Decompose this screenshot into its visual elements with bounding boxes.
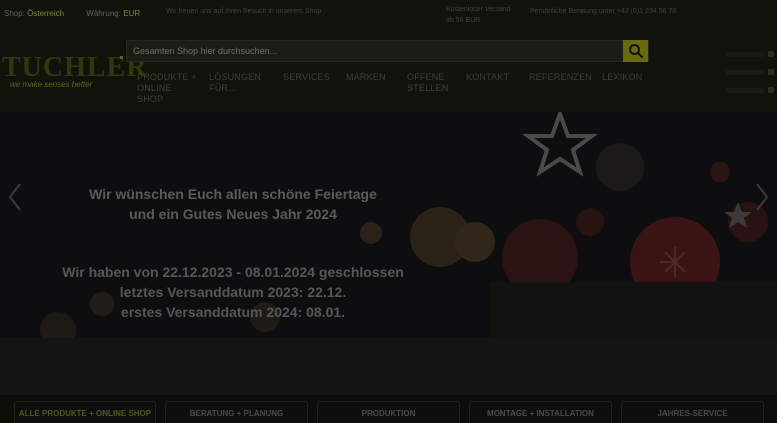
- top-message-center-1: Kostenloser Versand: [446, 6, 511, 13]
- top-message-left: Wir freuen uns auf Ihren Besuch in unser…: [166, 8, 322, 15]
- hero-closed-notice: Wir haben von 22.12.2023 - 08.01.2024 ge…: [0, 262, 466, 322]
- shop-label: Shop: [4, 9, 23, 18]
- currency-label: Währung: [86, 9, 119, 18]
- category-button-jahres-service[interactable]: JAHRES-SERVICE: [621, 401, 764, 423]
- search-input[interactable]: [127, 41, 623, 61]
- cart-icon: [768, 87, 774, 93]
- slider-next-arrow-icon[interactable]: [753, 180, 771, 214]
- hero-greeting: Wir wünschen Euch allen schöne Feiertage…: [0, 184, 466, 224]
- logo-mark: [120, 56, 123, 59]
- hero-slider: Wir wünschen Euch allen schöne Feiertage…: [0, 112, 777, 395]
- logo-slogan: we make senses better: [10, 80, 93, 89]
- nav-item-lexikon[interactable]: LEXIKON: [602, 72, 660, 83]
- user-icon: [768, 51, 774, 57]
- page: Shop: Österreich Währung: EUR Wir freuen…: [0, 0, 777, 423]
- hero-closed-line1: Wir haben von 22.12.2023 - 08.01.2024 ge…: [62, 264, 404, 280]
- heart-icon: [768, 69, 774, 75]
- cart-label: [726, 87, 764, 93]
- hero-greeting-line1: Wir wünschen Euch allen schöne Feiertage: [89, 186, 377, 202]
- login-label: [726, 51, 764, 57]
- search-icon: [628, 44, 643, 59]
- wishlist-link[interactable]: [714, 66, 774, 78]
- hero-greeting-line2: und ein Gutes Neues Jahr 2024: [129, 206, 337, 222]
- bokeh-light: [455, 222, 495, 262]
- nav-item-loesungen[interactable]: LÖSUNGEN FÜR...: [209, 72, 267, 94]
- hero-closed-line2: letztes Versanddatum 2023: 22.12.: [119, 284, 347, 300]
- logo-wordmark: TUCHLER: [2, 52, 148, 83]
- top-message-center: Kostenloser Versand ab 50 EUR: [446, 4, 526, 26]
- nav-item-services[interactable]: SERVICES: [283, 72, 341, 83]
- top-message-center-2: ab 50 EUR: [446, 17, 481, 24]
- login-link[interactable]: [714, 48, 774, 60]
- bokeh-light: [360, 222, 382, 244]
- shop-selector[interactable]: Shop: Österreich: [4, 9, 66, 18]
- christmas-ornaments-image: [490, 112, 777, 352]
- shop-value: Österreich: [27, 9, 65, 18]
- search-bar: [126, 40, 649, 62]
- nav-item-referenzen[interactable]: REFERENZEN: [529, 72, 597, 83]
- site-header: Shop: Österreich Währung: EUR Wir freuen…: [0, 0, 777, 112]
- category-button-produktion[interactable]: PRODUKTION: [317, 401, 460, 423]
- top-bar: Shop: Österreich Währung: EUR: [4, 9, 160, 18]
- nav-item-marken[interactable]: MARKEN: [346, 72, 404, 83]
- nav-item-offene-stellen[interactable]: OFFENE STELLEN: [407, 72, 455, 94]
- category-button-produkte[interactable]: ALLE PRODUKTE + ONLINE SHOP: [14, 401, 156, 423]
- cart-link[interactable]: [714, 84, 774, 96]
- top-message-right: Persönliche Beratung unter +43 (0)1 234 …: [530, 8, 677, 15]
- currency-value: EUR: [123, 9, 141, 18]
- logo[interactable]: TUCHLER we make senses better: [2, 52, 148, 90]
- nav-item-kontakt[interactable]: KONTAKT: [466, 72, 524, 83]
- slider-prev-arrow-icon[interactable]: [6, 180, 24, 214]
- nav-item-produkte[interactable]: PRODUKTE + ONLINE SHOP: [137, 72, 197, 105]
- category-button-montage[interactable]: MONTAGE + INSTALLATION: [469, 401, 612, 423]
- wishlist-label: [726, 69, 764, 75]
- currency-selector[interactable]: Währung: EUR: [86, 9, 140, 18]
- search-button[interactable]: [623, 40, 648, 62]
- category-buttons: ALLE PRODUKTE + ONLINE SHOP BERATUNG + P…: [0, 395, 777, 423]
- category-button-beratung[interactable]: BERATUNG + PLANUNG: [165, 401, 308, 423]
- hero-closed-line3: erstes Versanddatum 2024: 08.01.: [120, 304, 346, 320]
- snow-ground: [0, 338, 777, 395]
